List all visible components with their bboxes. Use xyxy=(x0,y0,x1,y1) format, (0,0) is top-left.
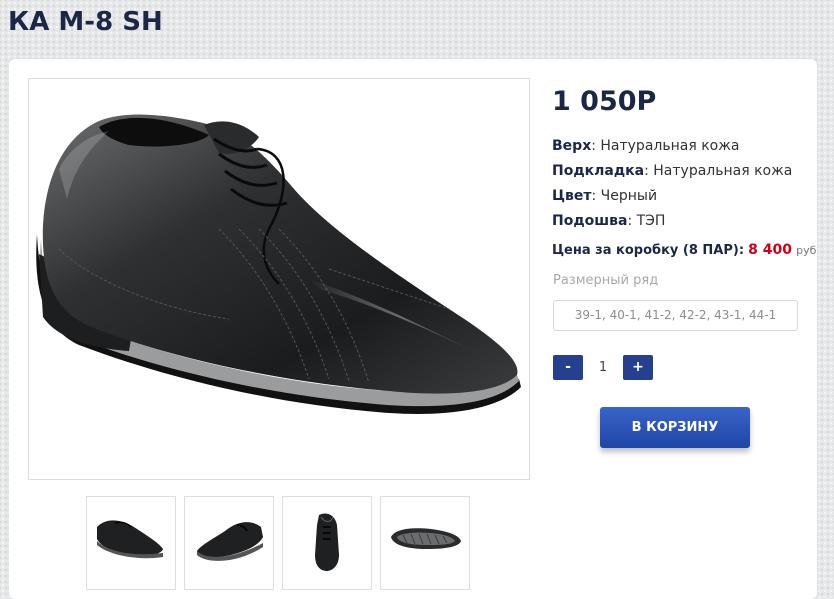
size-range-field[interactable]: 39-1, 40-1, 41-2, 42-2, 43-1, 44-1 xyxy=(553,300,798,331)
spec-lining: Подкладка: Натуральная кожа xyxy=(552,161,792,181)
spec-lining-label: Подкладка xyxy=(552,163,645,179)
spec-sole: Подошва: ТЭП xyxy=(552,211,665,231)
spec-upper: Верх: Натуральная кожа xyxy=(552,136,739,156)
spec-upper-label: Верх xyxy=(552,138,592,154)
box-price-currency: руб xyxy=(796,244,817,257)
spec-upper-value: : Натуральная кожа xyxy=(591,138,740,154)
thumbnail-1[interactable] xyxy=(86,496,176,590)
thumbnail-2[interactable] xyxy=(184,496,274,590)
spec-color-label: Цвет xyxy=(552,188,592,204)
spec-sole-label: Подошва xyxy=(552,213,628,229)
quantity-decrease-button[interactable]: - xyxy=(553,355,583,380)
quantity-increase-button[interactable]: + xyxy=(623,355,653,380)
main-product-image[interactable] xyxy=(28,78,530,480)
box-price: Цена за коробку (8 ПАР): 8 400 руб xyxy=(552,240,816,261)
spec-color: Цвет: Черный xyxy=(552,186,657,206)
size-range-label: Размерный ряд xyxy=(553,273,659,288)
shoe-side-thumb xyxy=(97,520,163,559)
add-to-cart-button[interactable]: В КОРЗИНУ xyxy=(600,407,750,448)
shoe-angle-thumb xyxy=(197,522,263,561)
spec-lining-value: : Натуральная кожа xyxy=(644,163,793,179)
spec-color-value: : Черный xyxy=(591,188,658,204)
thumbnail-3[interactable] xyxy=(282,496,372,590)
thumbnail-4[interactable] xyxy=(380,496,470,590)
spec-sole-value: : ТЭП xyxy=(627,213,666,229)
shoe-sole-thumb xyxy=(391,528,461,549)
box-price-value: 8 400 xyxy=(748,242,793,258)
product-price: 1 050Р xyxy=(552,86,657,117)
shoe-image xyxy=(36,114,521,414)
shoe-front-thumb xyxy=(315,513,339,571)
box-price-label: Цена за коробку (8 ПАР): xyxy=(552,243,745,258)
quantity-input[interactable] xyxy=(588,355,618,380)
page-title: КА М-8 SH xyxy=(8,7,163,37)
